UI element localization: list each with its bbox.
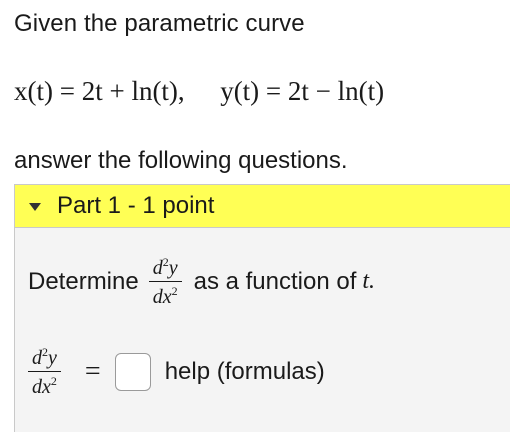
x-definition: x(t) = 2t + ln(t), [14,76,185,106]
answer-fraction-label: d2y dx2 [28,346,61,397]
fraction-numerator: d2y [32,345,57,369]
parametric-equations: x(t) = 2t + ln(t), y(t) = 2t − ln(t) [14,76,384,107]
part-1-header[interactable]: Part 1 - 1 point [14,184,510,228]
answer-input[interactable] [114,352,151,391]
collapse-caret-icon[interactable] [29,203,41,211]
second-derivative-fraction: d2y dx2 [148,255,182,307]
help-formulas-link[interactable]: help (formulas) [165,358,325,386]
prompt-variable: t. [362,268,376,294]
prompt-prefix: Determine [28,267,139,295]
part-1-title: Part 1 - 1 point [57,192,215,219]
fraction-numerator: d2y [152,255,178,279]
problem-page: Given the parametric curve x(t) = 2t + l… [0,0,510,432]
fraction-denominator: dx2 [148,281,182,307]
fraction-denominator: dx2 [28,371,61,397]
equals-sign: = [84,355,101,387]
problem-intro: Given the parametric curve [14,10,305,37]
part-1-prompt: Determine d2y dx2 as a function of t. [28,256,375,307]
answer-row: d2y dx2 = help (formulas) [28,346,325,397]
y-definition: y(t) = 2t − ln(t) [220,76,385,106]
prompt-suffix: as a function of [193,267,357,295]
answer-intro: answer the following questions. [14,147,348,174]
